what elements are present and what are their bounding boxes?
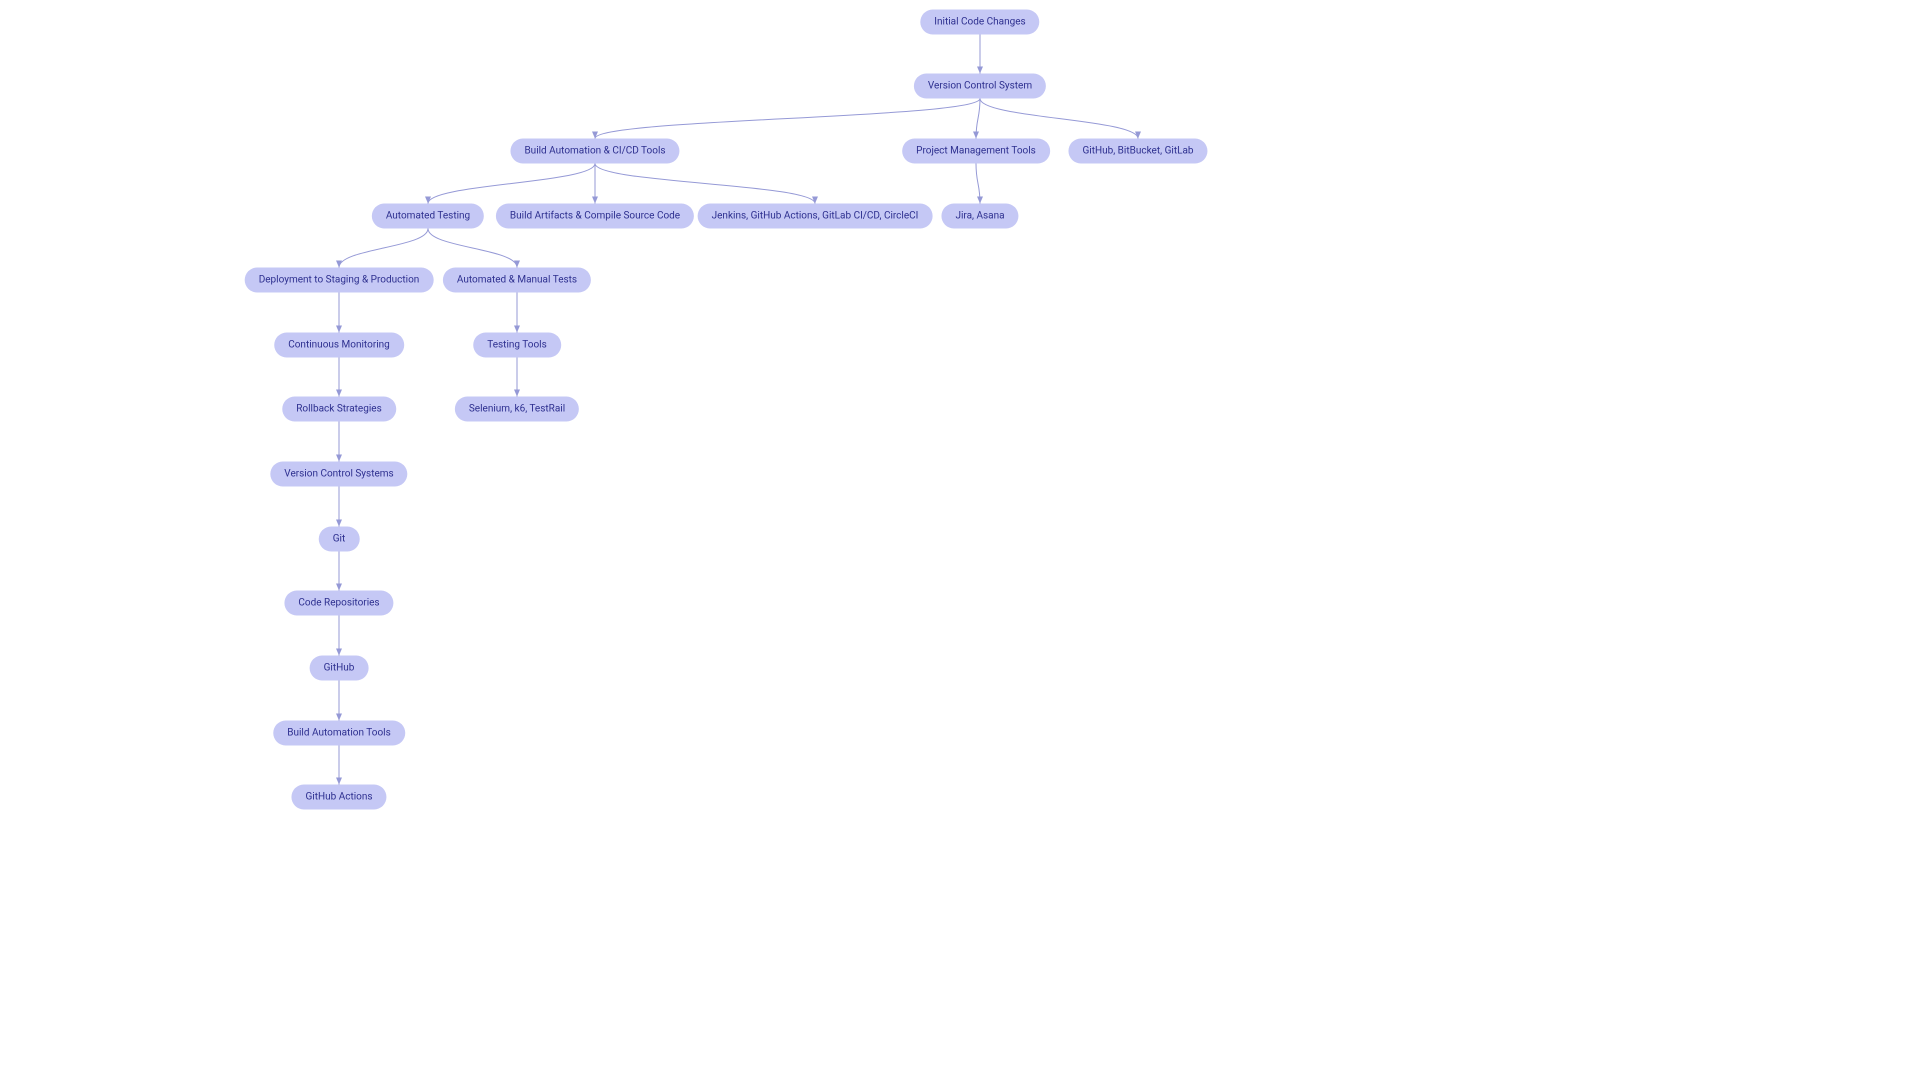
flowchart-node: Code Repositories xyxy=(284,591,393,616)
flowchart-node: Project Management Tools xyxy=(902,139,1050,164)
flowchart-edge xyxy=(976,164,980,204)
flowchart-node: Build Automation Tools xyxy=(273,721,405,746)
flowchart-node: GitHub Actions xyxy=(291,785,386,810)
flowchart-edge xyxy=(980,99,1138,139)
flowchart-node: Jira, Asana xyxy=(941,204,1018,229)
flowchart-node: Deployment to Staging & Production xyxy=(245,268,434,293)
flowchart-edge xyxy=(595,164,815,204)
flowchart-node: Build Artifacts & Compile Source Code xyxy=(496,204,694,229)
flowchart-node: Jenkins, GitHub Actions, GitLab CI/CD, C… xyxy=(698,204,933,229)
flowchart-node: Testing Tools xyxy=(473,333,561,358)
flowchart-edge xyxy=(595,99,980,139)
flowchart-edge xyxy=(976,99,980,139)
flowchart-node: GitHub, BitBucket, GitLab xyxy=(1068,139,1207,164)
flowchart-node: Selenium, k6, TestRail xyxy=(455,397,579,422)
flowchart-node: Automated & Manual Tests xyxy=(443,268,591,293)
flowchart-edge xyxy=(428,229,517,268)
flowchart-node: Git xyxy=(319,527,360,552)
flowchart-edge xyxy=(339,229,428,268)
flowchart-node: Build Automation & CI/CD Tools xyxy=(510,139,679,164)
flowchart-node: Continuous Monitoring xyxy=(274,333,404,358)
flowchart-node: Version Control Systems xyxy=(270,462,407,487)
flowchart-node: Initial Code Changes xyxy=(920,10,1039,35)
flowchart-node: Rollback Strategies xyxy=(282,397,396,422)
flowchart-edge xyxy=(428,164,595,204)
flowchart-node: GitHub xyxy=(310,656,369,681)
flowchart-node: Automated Testing xyxy=(372,204,484,229)
flowchart-node: Version Control System xyxy=(914,74,1046,99)
